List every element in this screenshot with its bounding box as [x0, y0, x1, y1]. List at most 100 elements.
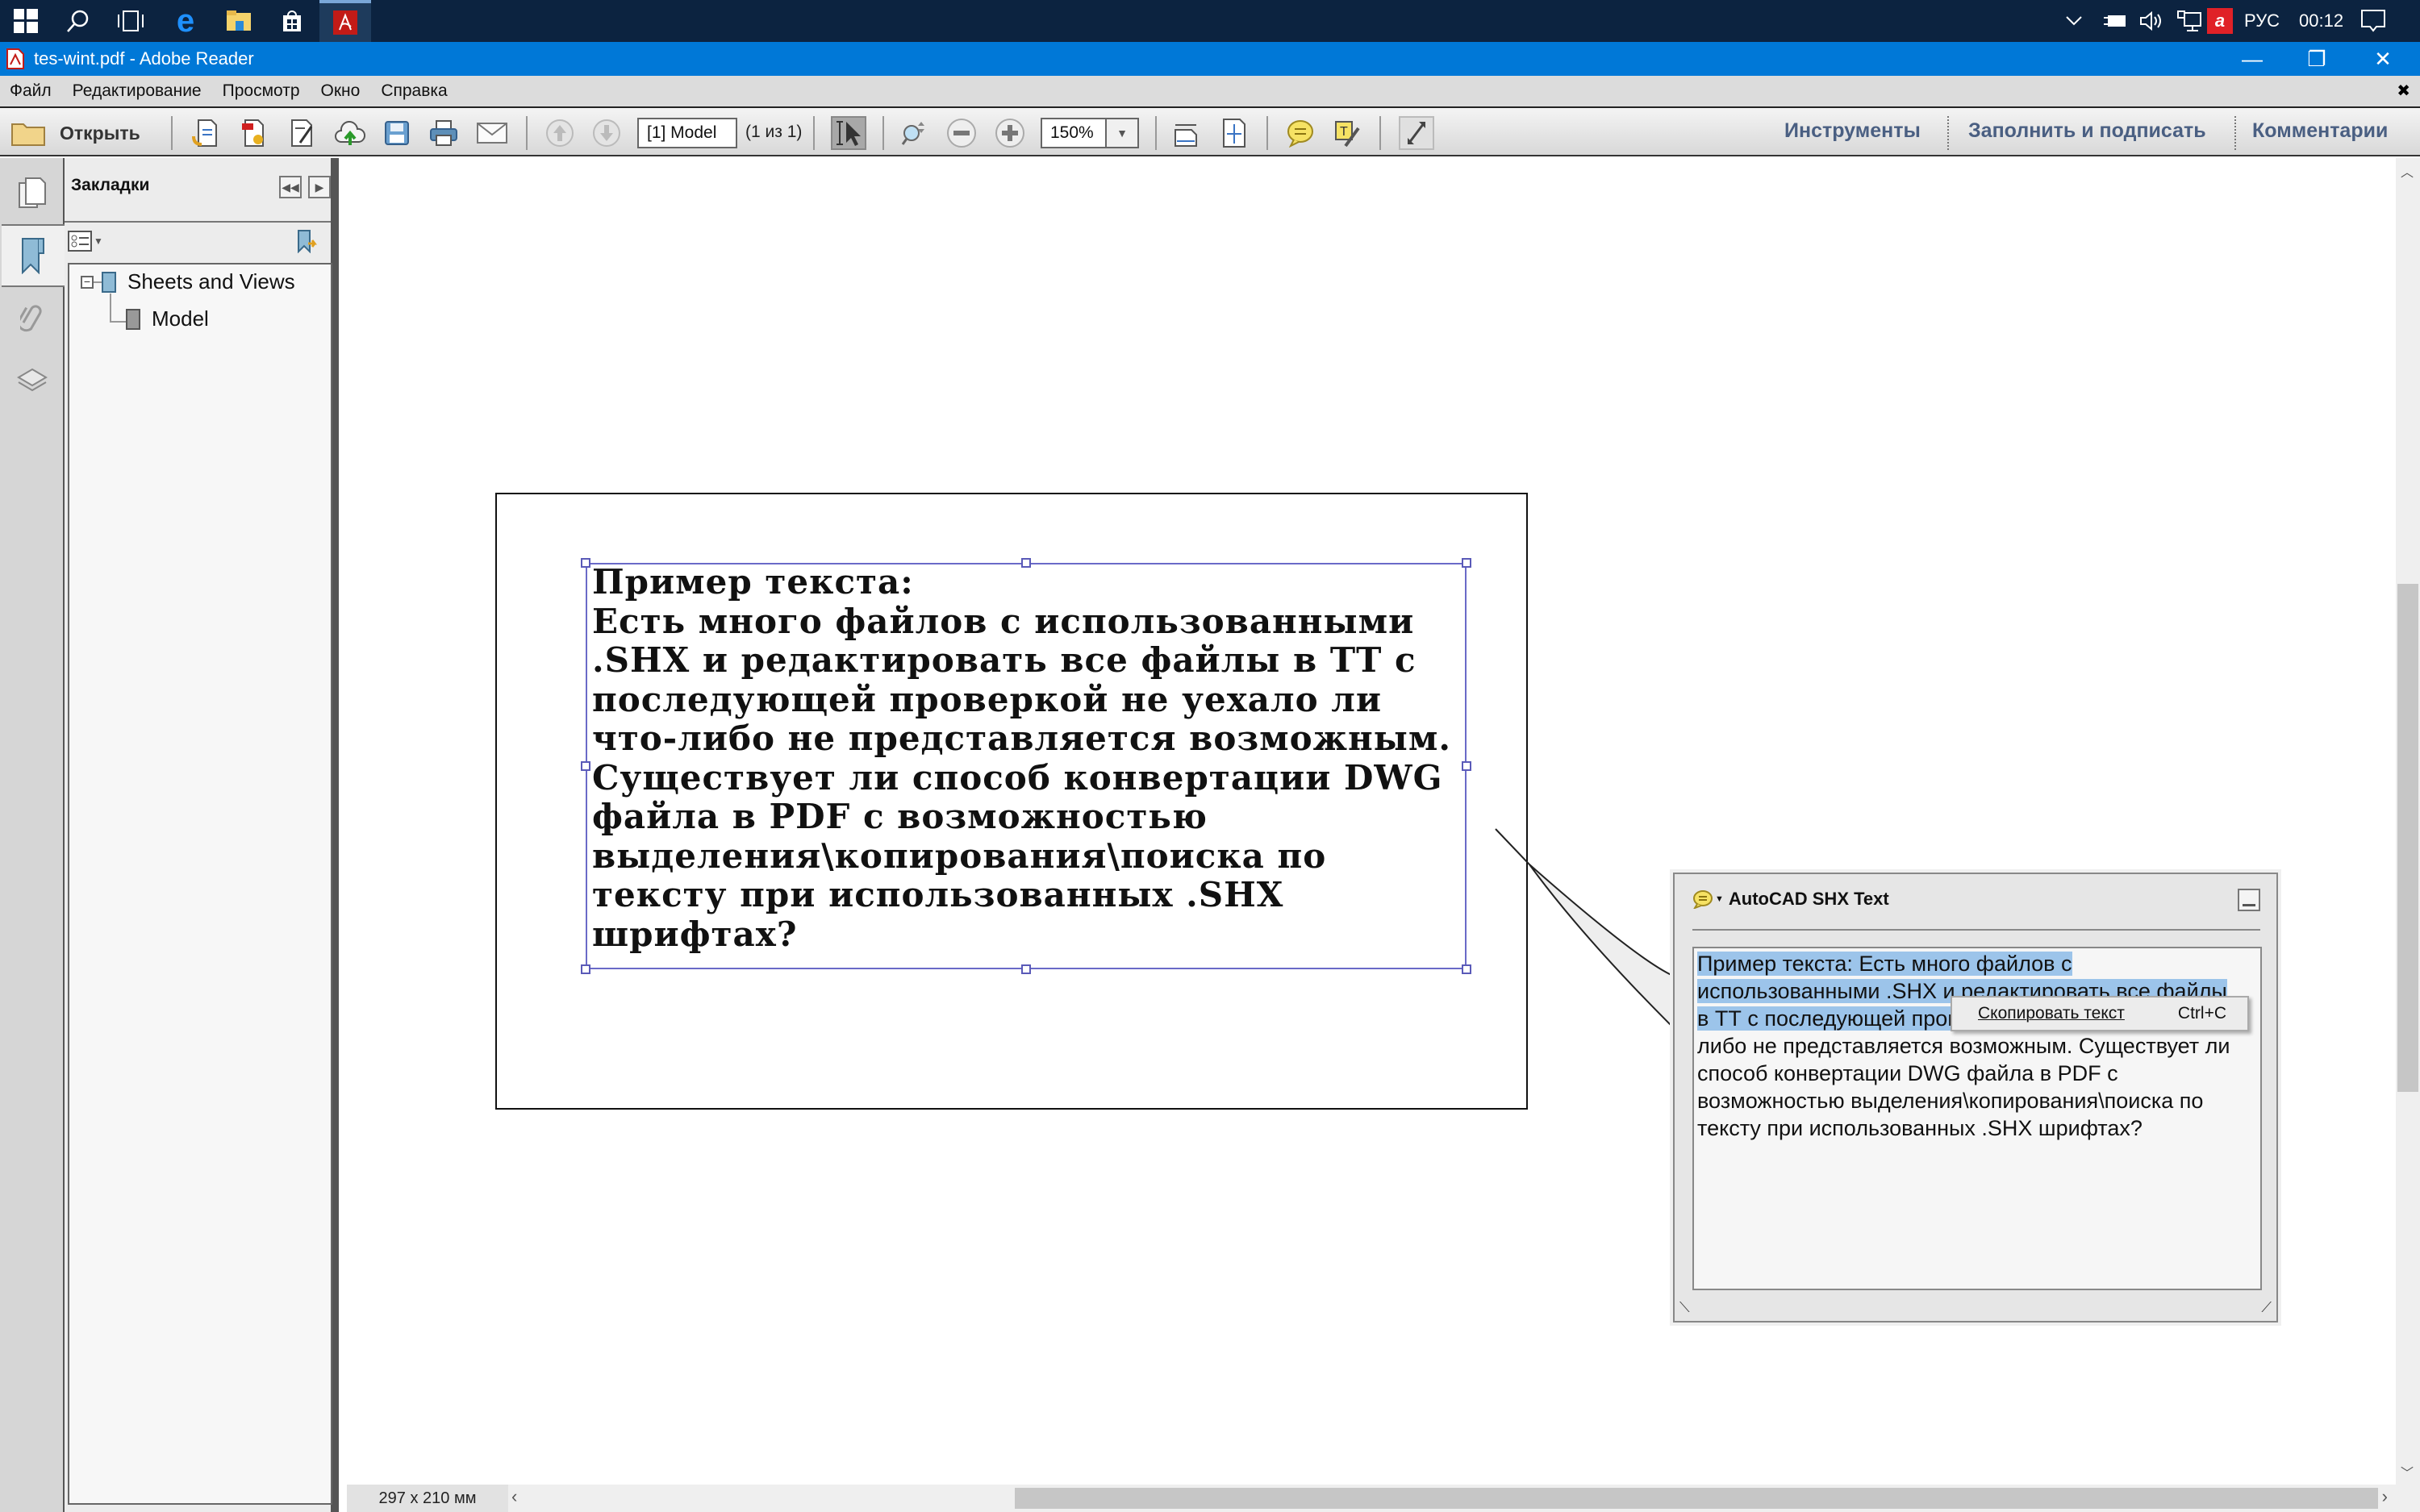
comment-bubble-icon[interactable] — [1692, 889, 1713, 909]
note-line: либо не представляется возможным. Сущест… — [1697, 1034, 2230, 1058]
open-button[interactable]: Открыть — [11, 116, 140, 150]
horizontal-scroll-thumb[interactable] — [1015, 1488, 2378, 1509]
action-center-icon[interactable] — [2360, 0, 2386, 42]
volume-icon[interactable] — [2139, 0, 2163, 42]
page-size-indicator: 297 x 210 мм — [347, 1485, 508, 1512]
windows-start-icon[interactable] — [0, 0, 52, 42]
network-icon[interactable] — [2176, 0, 2202, 42]
store-icon[interactable] — [266, 0, 318, 42]
menu-edit[interactable]: Редактирование — [73, 81, 202, 101]
bookmark-model[interactable]: Model — [126, 306, 209, 331]
show-hidden-icons-icon[interactable] — [2065, 0, 2083, 42]
menu-view[interactable]: Просмотр — [223, 81, 300, 101]
copy-text-label: Скопировать текст — [1978, 1004, 2125, 1023]
minimize-note-button[interactable] — [2238, 889, 2260, 911]
toolbar-separator — [882, 116, 884, 150]
shx-drawing-text[interactable]: Пример текста: Есть много файлов с испол… — [592, 562, 1479, 954]
note-callout-line — [1495, 828, 1674, 1030]
next-page-button[interactable] — [589, 116, 624, 150]
select-tool-button[interactable] — [831, 116, 866, 150]
minimize-button[interactable]: — — [2220, 42, 2284, 76]
resize-grip-left-icon[interactable]: ⟍ — [1679, 1299, 1690, 1316]
save-icon[interactable] — [379, 116, 415, 150]
resize-handle[interactable] — [1462, 964, 1471, 974]
resize-handle[interactable] — [581, 558, 590, 568]
window-title-bar: tes-wint.pdf - Adobe Reader — ❐ ✕ — [0, 42, 2420, 76]
marquee-zoom-icon[interactable] — [897, 116, 933, 150]
tree-connector — [110, 294, 111, 323]
close-window-button[interactable]: ✕ — [2351, 42, 2415, 76]
zoom-out-button[interactable] — [944, 116, 979, 150]
full-screen-icon[interactable] — [1399, 116, 1434, 150]
create-pdf-icon[interactable] — [187, 116, 223, 150]
attachments-paperclip-icon[interactable] — [2, 287, 63, 350]
restore-button[interactable]: ❐ — [2284, 42, 2349, 76]
bookmark-icon — [102, 271, 116, 293]
sticky-note-icon[interactable] — [1283, 116, 1318, 150]
highlight-text-icon[interactable]: T — [1329, 116, 1365, 150]
panel-options-arrow-icon[interactable]: ▶ — [308, 176, 331, 198]
scroll-down-arrow-icon[interactable]: ﹀ — [2401, 1462, 2414, 1481]
comment-popup-note[interactable]: ▼ AutoCAD SHX Text Пример текста: Есть м… — [1673, 873, 2278, 1322]
vertical-scroll-thumb[interactable] — [2397, 584, 2418, 1092]
svg-text:T: T — [1340, 125, 1348, 139]
menu-file[interactable]: Файл — [10, 81, 52, 101]
shx-text-line: последующей проверкой не уехало ли — [592, 679, 1383, 719]
battery-icon[interactable] — [2102, 0, 2126, 42]
task-view-icon[interactable] — [105, 0, 156, 42]
menu-window[interactable]: Окно — [321, 81, 361, 101]
file-explorer-icon[interactable] — [213, 0, 265, 42]
resize-handle[interactable] — [1021, 964, 1031, 974]
note-options-arrow-icon[interactable]: ▼ — [1715, 894, 1724, 904]
edit-document-icon[interactable] — [284, 116, 319, 150]
menu-help[interactable]: Справка — [381, 81, 447, 101]
menu-bar: Файл Редактирование Просмотр Окно Справк… — [0, 76, 2420, 106]
clock[interactable]: 00:12 — [2299, 0, 2343, 42]
shx-text-line: Пример текста: — [592, 562, 914, 602]
fit-width-icon[interactable] — [1168, 116, 1204, 150]
print-icon[interactable] — [426, 116, 461, 150]
bookmark-sheets-and-views[interactable]: Sheets and Views — [102, 269, 295, 294]
language-indicator[interactable]: РУС — [2244, 0, 2280, 42]
layers-icon[interactable] — [2, 348, 63, 411]
antivirus-icon[interactable]: a — [2207, 8, 2233, 34]
shx-text-line: Существует ли способ конвертации DWG — [592, 757, 1443, 798]
resize-handle[interactable] — [581, 964, 590, 974]
previous-page-button[interactable] — [542, 116, 578, 150]
collapse-expander[interactable]: − — [81, 276, 94, 289]
scroll-up-arrow-icon[interactable]: ︿ — [2401, 161, 2414, 181]
bookmark-options-menu[interactable]: ▼ — [68, 229, 103, 253]
scroll-left-arrow-icon[interactable]: ‹ — [511, 1486, 517, 1507]
zoom-dropdown-arrow[interactable]: ▼ — [1105, 118, 1139, 148]
find-current-bookmark-icon[interactable] — [295, 229, 319, 257]
zoom-in-button[interactable] — [992, 116, 1028, 150]
note-line: тексту при использованных .SHX шрифтах? — [1697, 1116, 2143, 1140]
toolbar-separator — [171, 116, 173, 150]
page-thumbnails-icon[interactable] — [2, 161, 63, 224]
upload-cloud-icon[interactable] — [332, 116, 368, 150]
close-document-button[interactable]: ✖ — [2397, 81, 2410, 101]
vertical-scrollbar[interactable]: ︿ ﹀ — [2396, 158, 2420, 1485]
open-button-label: Открыть — [60, 122, 140, 144]
email-icon[interactable] — [474, 116, 510, 150]
collapse-panel-icon[interactable]: ◀◀ — [279, 176, 302, 198]
edge-icon[interactable]: e — [160, 0, 211, 42]
bookmarks-tab-icon[interactable] — [2, 224, 65, 287]
page-count: (1 из 1) — [745, 123, 803, 141]
horizontal-scrollbar[interactable]: 297 x 210 мм ‹ › — [347, 1485, 2420, 1512]
export-pdf-icon[interactable] — [236, 116, 271, 150]
copy-text-menu-item[interactable]: Скопировать текст Ctrl+C — [1952, 998, 2247, 1030]
tools-link[interactable]: Инструменты — [1784, 119, 1921, 143]
adobe-reader-icon[interactable] — [319, 0, 371, 42]
search-icon[interactable] — [52, 0, 103, 42]
comments-link[interactable]: Комментарии — [2252, 119, 2388, 143]
toolbar-separator — [1947, 116, 1949, 150]
scroll-right-arrow-icon[interactable]: › — [2382, 1486, 2388, 1507]
resize-handle[interactable] — [581, 761, 590, 771]
fill-and-sign-link[interactable]: Заполнить и подписать — [1968, 119, 2206, 143]
resize-grip-right-icon[interactable]: ⟋ — [2261, 1299, 2272, 1316]
toolbar-separator — [2234, 116, 2236, 150]
fit-page-icon[interactable] — [1216, 116, 1252, 150]
bookmark-icon — [126, 308, 140, 330]
page-number-input[interactable]: [1] Model — [637, 118, 737, 148]
